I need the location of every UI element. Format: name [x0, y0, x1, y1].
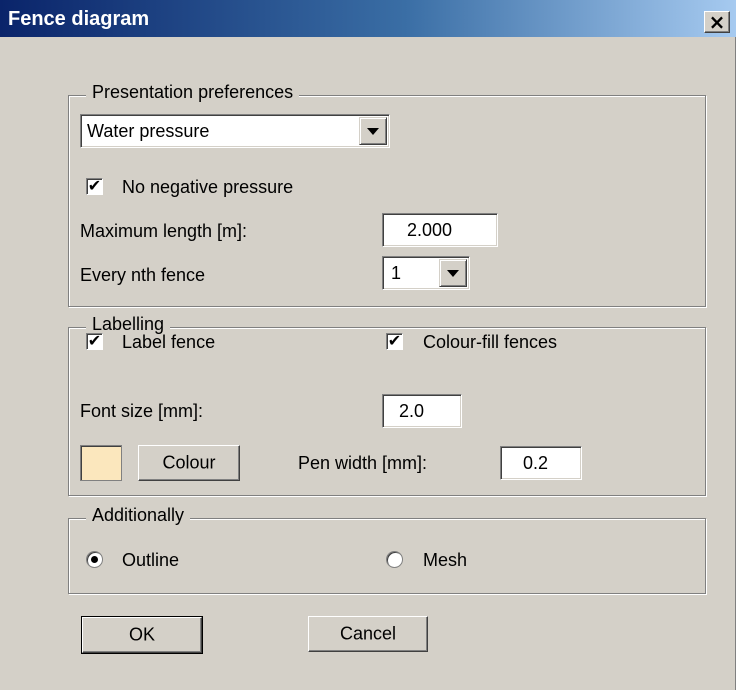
additionally-legend: Additionally: [86, 505, 191, 526]
pen-width-label: Pen width [mm]:: [298, 453, 428, 473]
maximum-length-input[interactable]: 2.000: [382, 213, 498, 247]
colour-fill-fences-label[interactable]: Colour-fill fences: [423, 332, 557, 353]
font-size-input[interactable]: 2.0: [382, 394, 462, 428]
title-bar[interactable]: Fence diagram ×: [0, 0, 736, 37]
check-icon: ✔: [387, 331, 402, 350]
outline-label[interactable]: Outline: [122, 550, 179, 571]
fence-diagram-dialog: Fence diagram × Presentation preferences…: [0, 0, 736, 690]
check-icon: ✔: [87, 176, 102, 195]
outline-radio[interactable]: [86, 551, 103, 568]
font-size-value: 2.0: [399, 401, 425, 421]
colour-button[interactable]: Colour: [138, 445, 240, 481]
presentation-mode-dropdown-button[interactable]: [359, 117, 387, 145]
colour-fill-fences-checkbox[interactable]: ✔: [386, 331, 403, 350]
pen-width-value: 0.2: [523, 453, 549, 473]
maximum-length-label: Maximum length [m]:: [80, 221, 248, 241]
check-icon: ✔: [87, 331, 102, 350]
font-size-label: Font size [mm]:: [80, 401, 204, 421]
close-button[interactable]: ×: [704, 10, 730, 34]
presentation-preferences-legend: Presentation preferences: [86, 82, 300, 103]
label-fence-label[interactable]: Label fence: [122, 332, 215, 353]
dialog-title: Fence diagram: [8, 8, 150, 30]
chevron-down-icon: [447, 270, 459, 277]
label-fence-checkbox[interactable]: ✔: [86, 331, 103, 350]
fill-colour-swatch: [80, 445, 122, 481]
presentation-mode-value: Water pressure: [87, 121, 210, 141]
ok-button[interactable]: OK: [81, 616, 203, 654]
chevron-down-icon: [367, 128, 379, 135]
no-negative-pressure-label[interactable]: No negative pressure: [122, 177, 293, 198]
every-nth-fence-value: 1: [391, 263, 402, 283]
every-nth-fence-select[interactable]: 1: [382, 256, 470, 290]
no-negative-pressure-checkbox[interactable]: ✔: [86, 176, 103, 195]
every-nth-fence-label: Every nth fence: [80, 265, 206, 285]
maximum-length-value: 2.000: [407, 220, 453, 240]
every-nth-fence-dropdown-button[interactable]: [439, 259, 467, 287]
pen-width-input[interactable]: 0.2: [500, 446, 582, 480]
mesh-radio[interactable]: [386, 551, 403, 568]
close-icon: ×: [708, 10, 726, 34]
presentation-mode-select[interactable]: Water pressure: [80, 114, 390, 148]
cancel-button[interactable]: Cancel: [308, 616, 428, 652]
mesh-label[interactable]: Mesh: [423, 550, 467, 571]
